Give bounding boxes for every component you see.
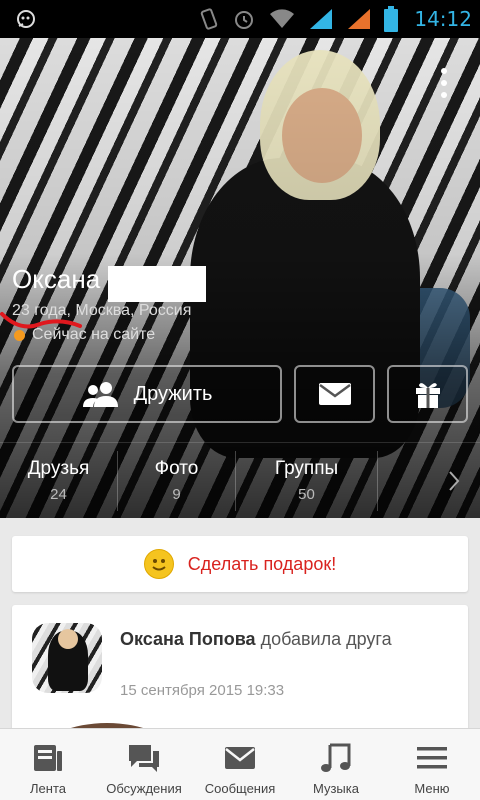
send-gift-button[interactable] bbox=[387, 365, 468, 423]
profile-cover[interactable]: Оксана 23 года, Москва, Россия Сейчас на… bbox=[0, 38, 480, 518]
online-status-text: Сейчас на сайте bbox=[32, 326, 156, 343]
messages-icon bbox=[225, 747, 255, 769]
stat-value: 9 bbox=[172, 486, 181, 503]
wifi-icon bbox=[270, 9, 295, 28]
add-friend-button[interactable]: Дружить bbox=[12, 365, 282, 423]
signal-icon-2 bbox=[348, 9, 371, 29]
nav-feed[interactable]: Лента bbox=[0, 729, 96, 800]
status-bar: 14:12 bbox=[0, 0, 480, 38]
nav-music[interactable]: Музыка bbox=[288, 729, 384, 800]
alarm-icon bbox=[235, 11, 254, 29]
envelope-icon bbox=[318, 383, 351, 405]
gift-icon bbox=[415, 383, 440, 408]
feed-item[interactable]: Оксана Попова добавила друга 15 сентября… bbox=[12, 605, 468, 745]
make-gift-card[interactable]: Сделать подарок! bbox=[12, 536, 468, 592]
nav-label: Обсуждения bbox=[106, 781, 182, 796]
nav-label: Меню bbox=[414, 781, 450, 796]
clock: 14:12 bbox=[414, 7, 472, 31]
music-icon bbox=[321, 743, 351, 772]
bottom-navigation: Лента Обсуждения Сообщения Музыка Меню bbox=[0, 728, 480, 800]
vibrate-icon bbox=[201, 8, 218, 30]
nav-label: Музыка bbox=[313, 781, 359, 796]
stats-more-button[interactable] bbox=[378, 451, 480, 511]
smiley-icon bbox=[143, 549, 174, 579]
notification-icon bbox=[17, 10, 35, 28]
stat-friends[interactable]: Друзья 24 bbox=[0, 450, 118, 511]
avatar[interactable] bbox=[32, 623, 102, 693]
stat-label: Группы bbox=[274, 458, 339, 479]
stat-value: 24 bbox=[50, 486, 67, 503]
stat-label: Фото bbox=[154, 458, 199, 479]
profile-stats: Друзья 24 Фото 9 Группы 50 bbox=[0, 442, 480, 518]
more-options-icon[interactable] bbox=[438, 68, 450, 98]
nav-menu[interactable]: Меню bbox=[384, 729, 480, 800]
chevron-right-icon bbox=[449, 470, 460, 491]
feed-text: Оксана Попова добавила друга bbox=[120, 627, 460, 652]
make-gift-label: Сделать подарок! bbox=[187, 553, 337, 574]
stat-groups[interactable]: Группы 50 bbox=[236, 450, 378, 511]
profile-name: Оксана bbox=[12, 264, 101, 294]
nav-messages[interactable]: Сообщения bbox=[192, 729, 288, 800]
nav-label: Лента bbox=[30, 781, 66, 796]
add-friend-label: Дружить bbox=[133, 382, 213, 405]
signal-icon bbox=[310, 9, 333, 29]
discussions-icon bbox=[129, 745, 159, 772]
friends-icon bbox=[82, 382, 118, 407]
battery-icon bbox=[384, 6, 399, 32]
nav-label: Сообщения bbox=[204, 781, 276, 796]
stat-label: Друзья bbox=[27, 458, 90, 479]
send-message-button[interactable] bbox=[294, 365, 375, 423]
online-status: Сейчас на сайте bbox=[14, 326, 155, 344]
stat-photos[interactable]: Фото 9 bbox=[118, 450, 236, 511]
feed-action: добавила друга bbox=[260, 629, 392, 649]
menu-icon bbox=[417, 747, 447, 769]
feed-author[interactable]: Оксана Попова bbox=[120, 629, 256, 649]
online-dot bbox=[14, 329, 25, 341]
stat-value: 50 bbox=[298, 486, 315, 503]
feed-icon bbox=[34, 745, 62, 771]
feed-date: 15 сентября 2015 19:33 bbox=[120, 682, 285, 699]
redaction-box bbox=[108, 266, 206, 302]
nav-discussions[interactable]: Обсуждения bbox=[96, 729, 192, 800]
